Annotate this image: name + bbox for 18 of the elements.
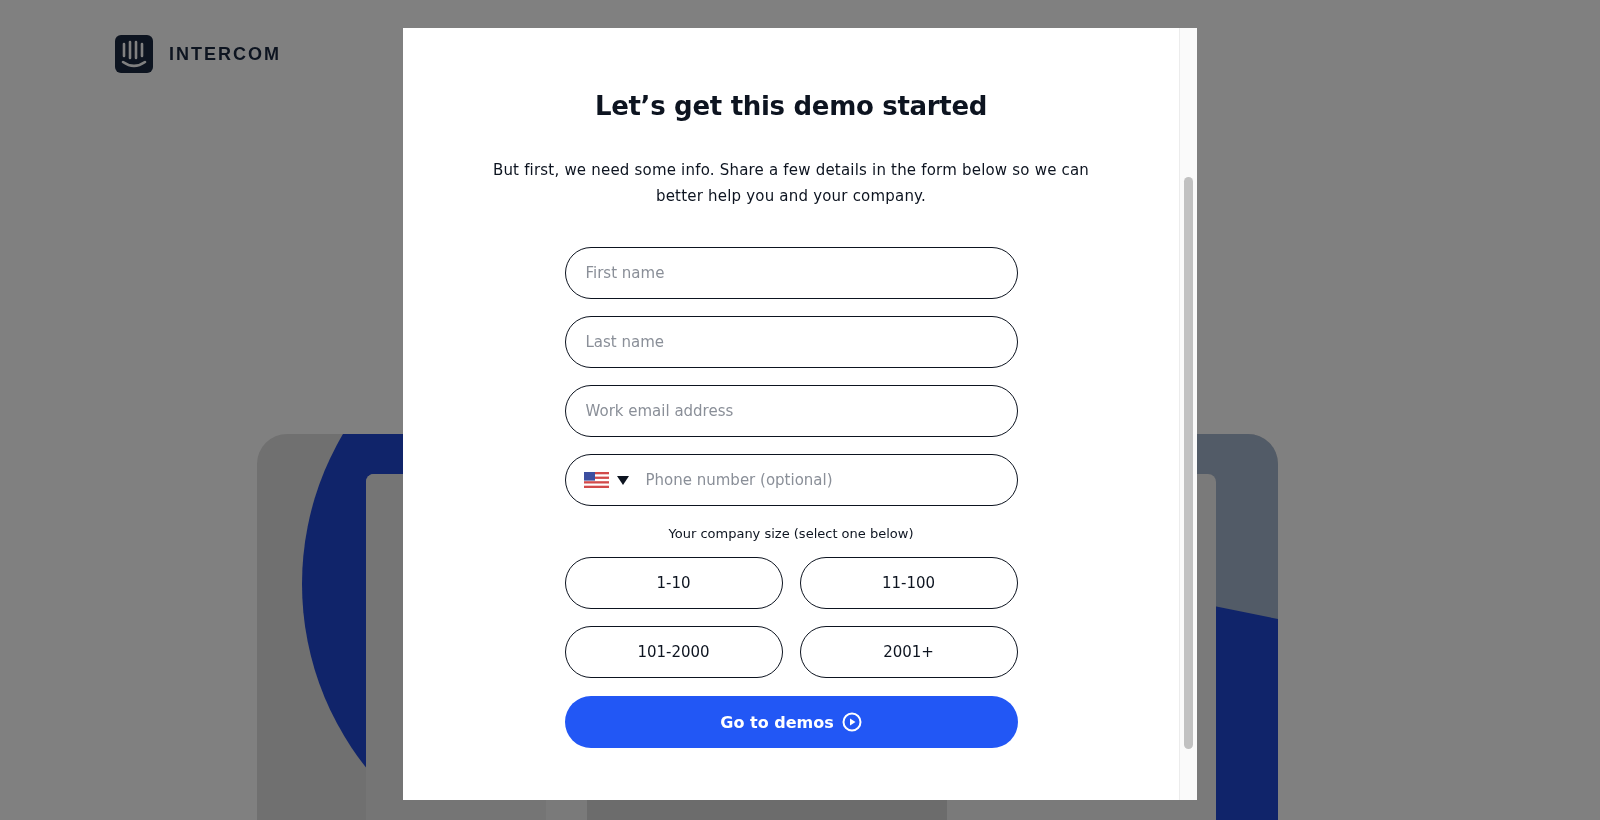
flag-icon[interactable] [583, 472, 609, 488]
text-field[interactable]: Work email address [564, 385, 1018, 437]
logo-text[interactable]: INTERCOM [169, 43, 281, 65]
company-size-label: Your company size (select one below) [668, 526, 914, 541]
phone-field[interactable]: Phone number (optional) [564, 454, 1018, 506]
go-to-demos-button[interactable]: Go to demos [564, 696, 1018, 748]
company-size-option[interactable]: 1-10 [564, 557, 783, 609]
text-field[interactable]: Last name [564, 316, 1018, 368]
company-size-option[interactable]: 2001+ [799, 626, 1018, 678]
text-field[interactable]: First name [564, 247, 1018, 299]
modal-title: Let’s get this demo started [594, 91, 988, 121]
company-size-option[interactable]: 101-2000 [564, 626, 783, 678]
logo-icon [115, 35, 153, 73]
caret-icon[interactable] [616, 476, 629, 485]
play-icon [841, 712, 862, 732]
intro-text: But first, we need some info. Share a few details in the form below so we can better help you and your company. [491, 160, 1091, 207]
scrollbar-thumb[interactable] [1184, 177, 1193, 749]
company-size-option[interactable]: 11-100 [799, 557, 1018, 609]
